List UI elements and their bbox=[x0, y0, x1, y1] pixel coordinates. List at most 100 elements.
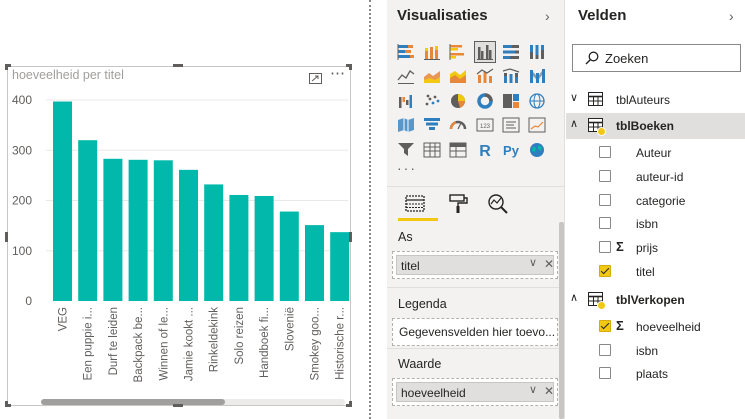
stacked-bar-chart-icon[interactable] bbox=[395, 41, 417, 63]
map-icon[interactable] bbox=[526, 90, 548, 112]
chevron-down-icon[interactable]: ∨ bbox=[570, 91, 578, 104]
resize-handle-left[interactable] bbox=[5, 232, 8, 242]
kpi-icon[interactable] bbox=[526, 114, 548, 136]
area-chart-icon[interactable] bbox=[421, 65, 443, 87]
line-and-column-chart-icon[interactable] bbox=[474, 65, 496, 87]
funnel-icon[interactable] bbox=[421, 114, 443, 136]
treemap-icon[interactable] bbox=[500, 90, 522, 112]
table-visual-icon[interactable] bbox=[421, 139, 443, 161]
y-tick-label: 100 bbox=[12, 244, 32, 258]
field-checkbox[interactable] bbox=[599, 169, 611, 182]
value-well-label: Waarde bbox=[398, 357, 442, 371]
bar bbox=[279, 211, 299, 301]
clustered-column-chart-icon-glyph bbox=[476, 45, 493, 60]
field-isbn[interactable]: isbn bbox=[566, 212, 745, 235]
field-checkbox[interactable] bbox=[599, 146, 611, 158]
remove-field-icon[interactable]: ✕ bbox=[544, 257, 554, 271]
line-and-stacked-column-chart-icon[interactable] bbox=[500, 65, 522, 87]
bar-chart-visual[interactable]: hoeveelheid per titel ⋯ 400 300 200 100 0 VEG… bbox=[7, 65, 351, 406]
axis-field-chip[interactable]: titel ∨ ✕ bbox=[396, 255, 554, 275]
table-tblBoeken[interactable]: ∧ tblBoeken bbox=[566, 113, 745, 139]
field-Auteur[interactable]: Auteur bbox=[566, 141, 745, 164]
table-tblAuteurs[interactable]: ∨ tblAuteurs bbox=[566, 87, 745, 113]
collapse-visualizations-icon[interactable]: › bbox=[545, 8, 550, 24]
resize-handle-top[interactable] bbox=[173, 64, 183, 67]
fields-tab-icon[interactable] bbox=[403, 192, 427, 216]
format-paint-roller-icon[interactable] bbox=[446, 192, 470, 216]
chevron-down-icon[interactable]: ∨ bbox=[529, 383, 537, 396]
table-icon bbox=[588, 92, 603, 106]
table-tblVerkopen[interactable]: ∧ tblVerkopen bbox=[566, 287, 745, 313]
field-checkbox[interactable] bbox=[599, 193, 611, 206]
field-auteur-id[interactable]: auteur-id bbox=[566, 165, 745, 188]
value-well[interactable]: hoeveelheid ∨ ✕ bbox=[392, 378, 558, 406]
fields-search-input[interactable]: Zoeken bbox=[572, 44, 741, 72]
wells-scrollbar[interactable] bbox=[559, 222, 564, 419]
resize-handle-bottom-right-v[interactable] bbox=[349, 401, 352, 407]
field-checkbox[interactable] bbox=[599, 217, 611, 230]
stacked-area-chart-icon[interactable] bbox=[447, 65, 469, 87]
report-canvas[interactable]: hoeveelheid per titel ⋯ 400 300 200 100 0 VEG… bbox=[0, 0, 372, 419]
field-hoeveelheid[interactable]: Σhoeveelheid bbox=[566, 315, 745, 338]
resize-handle-bottom[interactable] bbox=[173, 404, 183, 407]
table-name: tblBoeken bbox=[616, 119, 675, 133]
r-script-icon[interactable]: R bbox=[474, 139, 496, 161]
filled-map-icon[interactable] bbox=[395, 114, 417, 136]
canvas-boundary bbox=[369, 0, 371, 419]
multi-row-card-icon[interactable] bbox=[500, 114, 522, 136]
x-tick-label: Durf te leiden bbox=[108, 307, 120, 375]
search-icon bbox=[585, 51, 599, 65]
gauge-icon[interactable] bbox=[447, 114, 469, 136]
horizontal-scrollbar[interactable] bbox=[41, 399, 345, 405]
remove-field-icon[interactable]: ✕ bbox=[544, 384, 554, 398]
value-field-chip[interactable]: hoeveelheid ∨ ✕ bbox=[396, 382, 554, 402]
slicer-icon[interactable] bbox=[395, 139, 417, 161]
pie-chart-icon[interactable] bbox=[447, 90, 469, 112]
100-stacked-bar-chart-icon[interactable] bbox=[500, 41, 522, 63]
stacked-column-chart-icon[interactable] bbox=[421, 41, 443, 63]
chevron-up-icon[interactable]: ∧ bbox=[570, 117, 578, 130]
clustered-column-chart-icon[interactable] bbox=[473, 41, 496, 63]
field-checkbox[interactable] bbox=[599, 343, 611, 356]
chevron-down-icon[interactable]: ∨ bbox=[529, 256, 537, 269]
line-chart-icon[interactable] bbox=[395, 65, 417, 87]
field-checkbox[interactable] bbox=[599, 241, 611, 254]
waterfall-chart-icon-glyph bbox=[399, 94, 412, 108]
100-stacked-column-chart-icon[interactable] bbox=[526, 41, 548, 63]
field-checkbox[interactable] bbox=[599, 265, 611, 277]
clustered-bar-chart-icon[interactable] bbox=[447, 41, 469, 63]
field-categorie[interactable]: categorie bbox=[566, 189, 745, 212]
card-icon[interactable]: 123 bbox=[474, 114, 496, 136]
field-checkbox[interactable] bbox=[599, 367, 611, 380]
y-tick-label: 0 bbox=[25, 294, 32, 308]
matrix-icon[interactable] bbox=[447, 139, 469, 161]
ribbon-chart-icon[interactable] bbox=[526, 65, 548, 87]
y-tick-label: 400 bbox=[12, 93, 32, 107]
x-tick-label: Solo reizen bbox=[234, 307, 246, 365]
analytics-magnifier-icon[interactable] bbox=[486, 192, 510, 216]
collapse-fields-icon[interactable]: › bbox=[729, 8, 734, 24]
resize-handle-bottom-left-v[interactable] bbox=[5, 401, 8, 407]
python-script-icon[interactable]: Py bbox=[500, 139, 522, 161]
field-isbn[interactable]: isbn bbox=[566, 339, 745, 362]
svg-text:R: R bbox=[479, 143, 491, 160]
field-name: isbn bbox=[636, 217, 659, 232]
resize-handle-top-left-v[interactable] bbox=[5, 64, 8, 70]
waterfall-chart-icon[interactable] bbox=[395, 90, 417, 112]
field-plaats[interactable]: plaats bbox=[566, 362, 745, 385]
checked-badge-icon bbox=[597, 127, 606, 136]
scatter-chart-icon[interactable] bbox=[421, 90, 443, 112]
bar bbox=[153, 160, 173, 301]
more-visuals-icon[interactable]: ··· bbox=[397, 160, 417, 176]
field-checkbox[interactable] bbox=[599, 319, 611, 332]
globe-icon[interactable] bbox=[526, 139, 548, 161]
donut-chart-icon[interactable] bbox=[474, 90, 496, 112]
chevron-up-icon[interactable]: ∧ bbox=[570, 291, 578, 304]
resize-handle-top-right-v[interactable] bbox=[349, 64, 352, 70]
scrollbar-thumb[interactable] bbox=[41, 399, 225, 405]
field-prijs[interactable]: Σprijs bbox=[566, 236, 745, 259]
resize-handle-right[interactable] bbox=[349, 232, 352, 242]
field-titel[interactable]: titel bbox=[566, 260, 745, 283]
axis-well[interactable]: titel ∨ ✕ bbox=[392, 251, 558, 279]
legend-well[interactable]: Gegevensvelden hier toevo... bbox=[392, 318, 558, 346]
